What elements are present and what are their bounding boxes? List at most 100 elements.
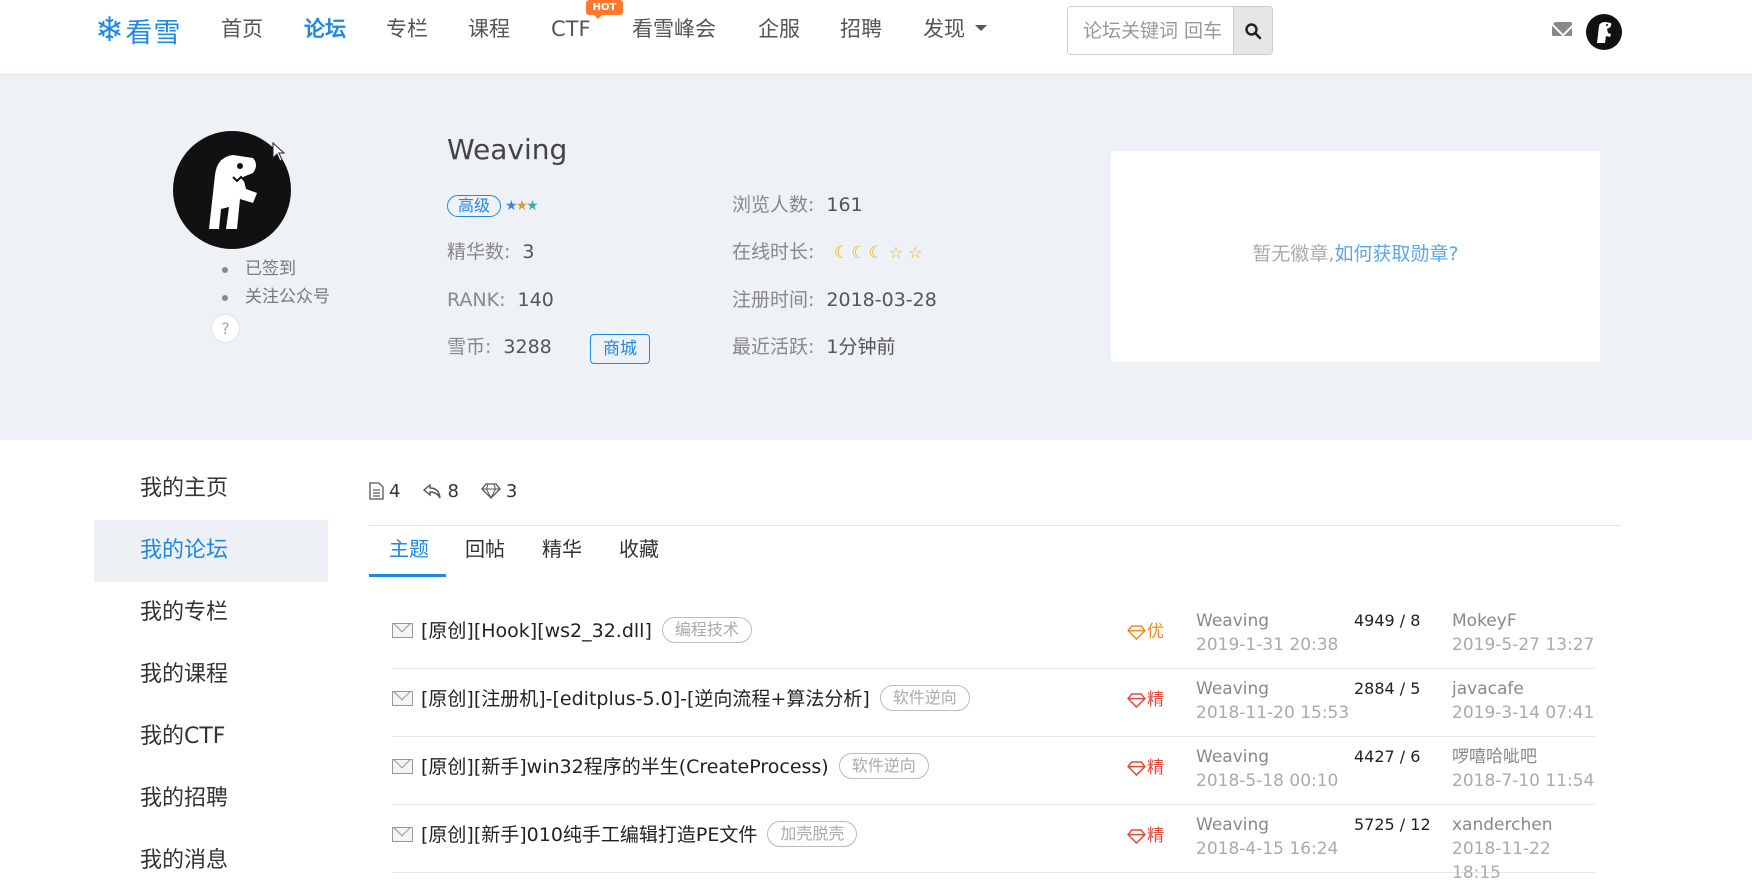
thread-flag-label: 精 [1147, 758, 1164, 778]
stat-online-label: 在线时长: [732, 241, 815, 263]
thread-last-user[interactable]: MokeyF [1452, 609, 1594, 633]
site-logo[interactable]: ❄ 看雪 [95, 12, 182, 49]
thread-row[interactable]: [原创][新手]010纯手工编辑打造PE文件 加壳脱壳 精 Weaving 201… [392, 805, 1595, 883]
thread-quality-flag: 精 [1127, 757, 1164, 779]
mail-icon[interactable] [1552, 22, 1572, 36]
thread-author-name[interactable]: Weaving [1196, 813, 1338, 837]
search-input[interactable] [1068, 7, 1233, 54]
diamond-icon [1127, 828, 1146, 844]
diamond-icon [481, 483, 501, 499]
nav-item-summit[interactable]: 看雪峰会 [632, 12, 716, 46]
thread-last-reply: javacafe 2019-3-14 07:41 [1452, 677, 1594, 725]
level-badge: 高级 [447, 195, 502, 217]
menu-my-messages[interactable]: 我的消息 [94, 830, 328, 892]
thread-post-time: 2018-5-18 00:10 [1196, 771, 1339, 791]
thread-author: Weaving 2018-5-18 00:10 [1196, 745, 1338, 793]
topic-count: 4 [369, 481, 400, 502]
thread-last-user[interactable]: xanderchen [1452, 813, 1595, 837]
nav-item-discover[interactable]: 发现 [923, 12, 987, 46]
thread-category-tag[interactable]: 编程技术 [661, 617, 752, 643]
stat-xuebi-label: 雪币: [447, 336, 492, 358]
thread-category-tag[interactable]: 软件逆向 [879, 685, 970, 711]
menu-my-ctf[interactable]: 我的CTF [94, 706, 328, 768]
stat-last-active-label: 最近活跃: [732, 336, 815, 358]
document-icon [369, 482, 384, 500]
thread-last-reply: 啰嘻哈呲吧 2018-7-10 11:54 [1452, 745, 1594, 793]
thread-title-text[interactable]: [原创][Hook][ws2_32.dll] [421, 620, 652, 642]
thread-title-text[interactable]: [原创][新手]win32程序的半生(CreateProcess) [421, 756, 829, 778]
nav-item-column[interactable]: 专栏 [386, 12, 428, 46]
nav-item-jobs[interactable]: 招聘 [840, 12, 882, 46]
reply-count-value: 8 [447, 480, 459, 502]
thread-title[interactable]: [原创][注册机]-[editplus-5.0]-[逆向流程+算法分析] 软件逆向 [421, 685, 970, 713]
thread-title[interactable]: [原创][Hook][ws2_32.dll] 编程技术 [421, 617, 752, 645]
thread-quality-flag: 优 [1127, 621, 1164, 643]
nav-item-home[interactable]: 首页 [221, 12, 263, 46]
menu-my-column[interactable]: 我的专栏 [94, 582, 328, 644]
thread-last-user[interactable]: 啰嘻哈呲吧 [1452, 745, 1594, 769]
stat-xuebi: 雪币: 3288 [447, 333, 552, 361]
thread-last-user[interactable]: javacafe [1452, 677, 1594, 701]
thread-row[interactable]: [原创][注册机]-[editplus-5.0]-[逆向流程+算法分析] 软件逆向… [392, 669, 1595, 737]
thread-row[interactable]: [原创][新手]win32程序的半生(CreateProcess) 软件逆向 精 … [392, 737, 1595, 805]
thread-author-name[interactable]: Weaving [1196, 745, 1338, 769]
thread-title-text[interactable]: [原创][注册机]-[editplus-5.0]-[逆向流程+算法分析] [421, 688, 870, 710]
tab-replies[interactable]: 回帖 [465, 534, 505, 574]
topic-count-value: 4 [389, 480, 401, 502]
activity-counts: 4 8 3 [369, 477, 539, 505]
menu-my-jobs[interactable]: 我的招聘 [94, 768, 328, 830]
diamond-icon [1127, 624, 1146, 640]
thread-title-text[interactable]: [原创][新手]010纯手工编辑打造PE文件 [421, 824, 757, 846]
help-icon[interactable]: ? [212, 315, 239, 342]
nav-item-ctf[interactable]: CTF [551, 12, 591, 46]
follow-wechat-link[interactable]: 关注公众号 [222, 283, 330, 311]
mail-icon [392, 759, 413, 774]
thread-author-name[interactable]: Weaving [1196, 677, 1349, 701]
search-box [1067, 6, 1273, 55]
nav-item-forum[interactable]: 论坛 [304, 12, 346, 46]
chevron-down-icon [975, 25, 987, 31]
stat-last-active: 最近活跃: 1分钟前 [732, 333, 896, 361]
thread-last-time: 2018-7-10 11:54 [1452, 771, 1595, 791]
jinghua-count-value: 3 [505, 480, 518, 502]
level-stars-icon: ★★★ [505, 198, 539, 214]
thread-last-time: 2019-5-27 13:27 [1452, 635, 1595, 655]
nav-item-enterprise[interactable]: 企服 [758, 12, 800, 46]
mall-button[interactable]: 商城 [590, 334, 650, 364]
thread-category-tag[interactable]: 软件逆向 [838, 753, 929, 779]
tab-jinghua[interactable]: 精华 [542, 534, 582, 574]
thread-title[interactable]: [原创][新手]win32程序的半生(CreateProcess) 软件逆向 [421, 753, 929, 781]
stat-xuebi-value: 3288 [503, 336, 552, 358]
tab-favorites[interactable]: 收藏 [619, 534, 659, 574]
star-icon: ☆ [888, 243, 904, 262]
how-to-get-medal-link[interactable]: 如何获取勋章? [1334, 243, 1458, 265]
active-tab-indicator [369, 574, 446, 577]
user-side-menu: 我的主页 我的论坛 我的专栏 我的课程 我的CTF 我的招聘 我的消息 [94, 458, 328, 892]
stat-rank-label: RANK: [447, 289, 506, 311]
tab-topics[interactable]: 主题 [389, 534, 429, 574]
search-button[interactable] [1233, 7, 1272, 54]
avatar[interactable] [1586, 14, 1622, 50]
moon-icon: ☾ [834, 243, 850, 263]
thread-author-name[interactable]: Weaving [1196, 609, 1338, 633]
diamond-icon [1127, 692, 1146, 708]
signed-in-status[interactable]: 已签到 [222, 255, 330, 283]
mail-icon [392, 827, 413, 842]
menu-my-forum[interactable]: 我的论坛 [94, 520, 328, 582]
thread-category-tag[interactable]: 加壳脱壳 [767, 821, 858, 847]
stat-online: 在线时长: [732, 238, 814, 266]
star-icon: ☆ [908, 243, 923, 262]
thread-view-reply-stats: 5725 / 12 [1354, 815, 1431, 834]
thread-row[interactable]: [原创][Hook][ws2_32.dll] 编程技术 优 Weaving 201… [392, 601, 1595, 669]
thread-author: Weaving 2018-4-15 16:24 [1196, 813, 1338, 861]
thread-quality-flag: 精 [1127, 689, 1164, 711]
reply-count: 8 [422, 480, 459, 502]
profile-username: Weaving [447, 133, 568, 166]
thread-title[interactable]: [原创][新手]010纯手工编辑打造PE文件 加壳脱壳 [421, 821, 858, 849]
menu-my-home[interactable]: 我的主页 [94, 458, 328, 520]
thread-quality-flag: 精 [1127, 825, 1164, 847]
stat-views-label: 浏览人数: [732, 194, 815, 216]
nav-item-course[interactable]: 课程 [468, 12, 510, 46]
moon-icon: ☾ [868, 243, 884, 263]
menu-my-course[interactable]: 我的课程 [94, 644, 328, 706]
